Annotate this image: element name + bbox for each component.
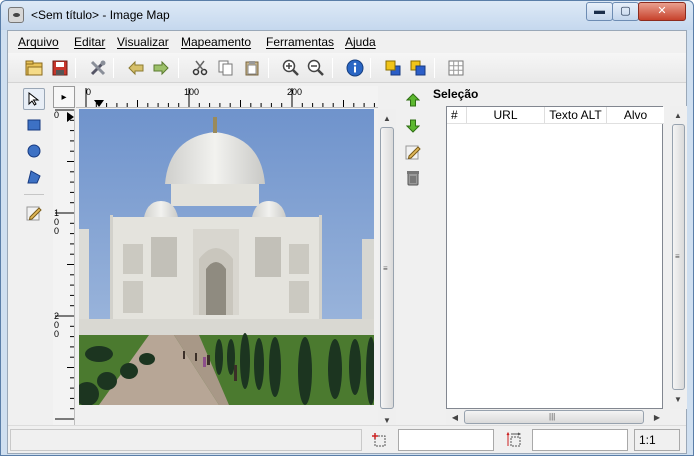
column-header-alt-text[interactable]: Texto ALT xyxy=(545,107,607,123)
canvas-vscroll-thumb[interactable]: ≡ xyxy=(380,127,394,409)
ruler-position-marker-vertical xyxy=(67,112,74,122)
gimp-icon xyxy=(8,7,24,23)
move-up-icon[interactable] xyxy=(403,90,423,110)
hruler-label-200: 200 xyxy=(287,87,303,97)
position-icon xyxy=(370,431,388,449)
list-horizontal-scrollbar[interactable]: ◀ ||| ▶ xyxy=(446,409,670,425)
cut-icon[interactable] xyxy=(190,58,210,78)
ruler-corner-button[interactable]: ▸ xyxy=(53,86,75,108)
grip-icon: ||| xyxy=(549,412,556,421)
zoom-in-icon[interactable] xyxy=(281,58,301,78)
horizontal-ruler: 0 100 200 xyxy=(76,86,378,108)
window-title: <Sem título> - Image Map xyxy=(31,8,170,22)
taj-mahal-photo[interactable] xyxy=(79,109,374,405)
vertical-ruler-ticks xyxy=(55,109,74,430)
hruler-label-0: 0 xyxy=(86,87,92,97)
column-header-number[interactable]: # xyxy=(447,107,467,123)
status-message-area xyxy=(10,429,362,451)
menu-visualizar[interactable]: Visualizar xyxy=(117,35,169,49)
canvas-vertical-scrollbar[interactable]: ▲ ≡ ▼ xyxy=(378,109,396,431)
tools-panel xyxy=(21,86,49,431)
rectangle-icon[interactable] xyxy=(23,114,45,136)
edit-icon[interactable] xyxy=(23,202,45,224)
zoom-out-icon[interactable] xyxy=(306,58,326,78)
toolbar xyxy=(8,53,686,83)
title-bar[interactable]: <Sem título> - Image Map ▬ ▢ ✕ xyxy=(1,1,693,30)
hruler-label-100: 100 xyxy=(184,87,200,97)
paste-icon[interactable] xyxy=(242,58,262,78)
scroll-right-arrow-icon[interactable]: ▶ xyxy=(650,410,664,424)
move-down-icon[interactable] xyxy=(403,116,423,136)
selection-list[interactable]: # URL Texto ALT Alvo xyxy=(446,106,664,409)
status-bar: 1:1 xyxy=(8,425,686,453)
toolbar-separator xyxy=(113,58,114,78)
area-to-back-icon[interactable] xyxy=(408,58,428,78)
application-window: <Sem título> - Image Map ▬ ▢ ✕ Arquivo E… xyxy=(0,0,694,456)
delete-icon[interactable] xyxy=(403,168,423,188)
vruler-label-0: 0 xyxy=(54,110,60,120)
scroll-left-arrow-icon[interactable]: ◀ xyxy=(448,410,462,424)
toolbar-separator xyxy=(332,58,333,78)
save-icon[interactable] xyxy=(50,58,70,78)
client-area: Arquivo Editar Visualizar Mapeamento Fer… xyxy=(7,30,687,454)
selection-title: Seleção xyxy=(433,87,479,101)
image-canvas[interactable] xyxy=(76,109,378,431)
scroll-up-arrow-icon[interactable]: ▲ xyxy=(380,111,394,125)
list-vertical-scrollbar[interactable]: ▲ ≡ ▼ xyxy=(670,106,687,409)
maximize-button[interactable]: ▢ xyxy=(612,2,639,21)
circle-icon[interactable] xyxy=(23,140,45,162)
list-header: # URL Texto ALT Alvo xyxy=(447,107,664,124)
grip-icon: ≡ xyxy=(675,252,680,261)
info-icon[interactable] xyxy=(345,58,365,78)
toolbar-separator xyxy=(268,58,269,78)
polygon-icon[interactable] xyxy=(23,166,45,188)
menu-ajuda[interactable]: Ajuda xyxy=(345,35,376,49)
scroll-down-arrow-icon[interactable]: ▼ xyxy=(671,392,685,406)
pointer-icon[interactable] xyxy=(23,88,45,110)
open-icon[interactable] xyxy=(24,58,44,78)
edit-area-icon[interactable] xyxy=(403,142,423,162)
selection-buttons xyxy=(399,86,427,431)
toolbar-separator xyxy=(434,58,435,78)
dimension-field xyxy=(532,429,628,451)
horizontal-ruler-ticks xyxy=(85,88,375,107)
toolbar-separator xyxy=(178,58,179,78)
scroll-up-arrow-icon[interactable]: ▲ xyxy=(671,108,685,122)
vertical-ruler: 0 100 200 xyxy=(53,109,75,431)
toolbar-separator xyxy=(75,58,76,78)
copy-icon[interactable] xyxy=(216,58,236,78)
grid-icon[interactable] xyxy=(446,58,466,78)
toolbar-separator xyxy=(370,58,371,78)
zoom-field: 1:1 xyxy=(634,429,680,451)
close-button[interactable]: ✕ xyxy=(638,2,686,21)
area-to-front-icon[interactable] xyxy=(383,58,403,78)
menu-ferramentas[interactable]: Ferramentas xyxy=(266,35,334,49)
menu-mapeamento[interactable]: Mapeamento xyxy=(181,35,251,49)
vruler-label-200: 200 xyxy=(54,311,60,339)
preferences-icon[interactable] xyxy=(88,58,108,78)
tools-separator xyxy=(24,194,44,195)
column-header-url[interactable]: URL xyxy=(467,107,545,123)
minimize-button[interactable]: ▬ xyxy=(586,2,613,21)
vruler-label-100: 100 xyxy=(54,208,60,236)
ruler-position-marker xyxy=(94,100,104,107)
undo-icon[interactable] xyxy=(126,58,146,78)
dimension-icon xyxy=(505,431,523,449)
menu-bar: Arquivo Editar Visualizar Mapeamento Fer… xyxy=(8,31,686,53)
list-vscroll-thumb[interactable]: ≡ xyxy=(672,124,685,390)
menu-editar[interactable]: Editar xyxy=(74,35,105,49)
column-header-target[interactable]: Alvo xyxy=(607,107,664,123)
position-field xyxy=(398,429,494,451)
redo-icon[interactable] xyxy=(151,58,171,78)
grip-icon: ≡ xyxy=(383,264,388,273)
menu-arquivo[interactable]: Arquivo xyxy=(18,35,59,49)
list-hscroll-thumb[interactable]: ||| xyxy=(464,410,644,424)
